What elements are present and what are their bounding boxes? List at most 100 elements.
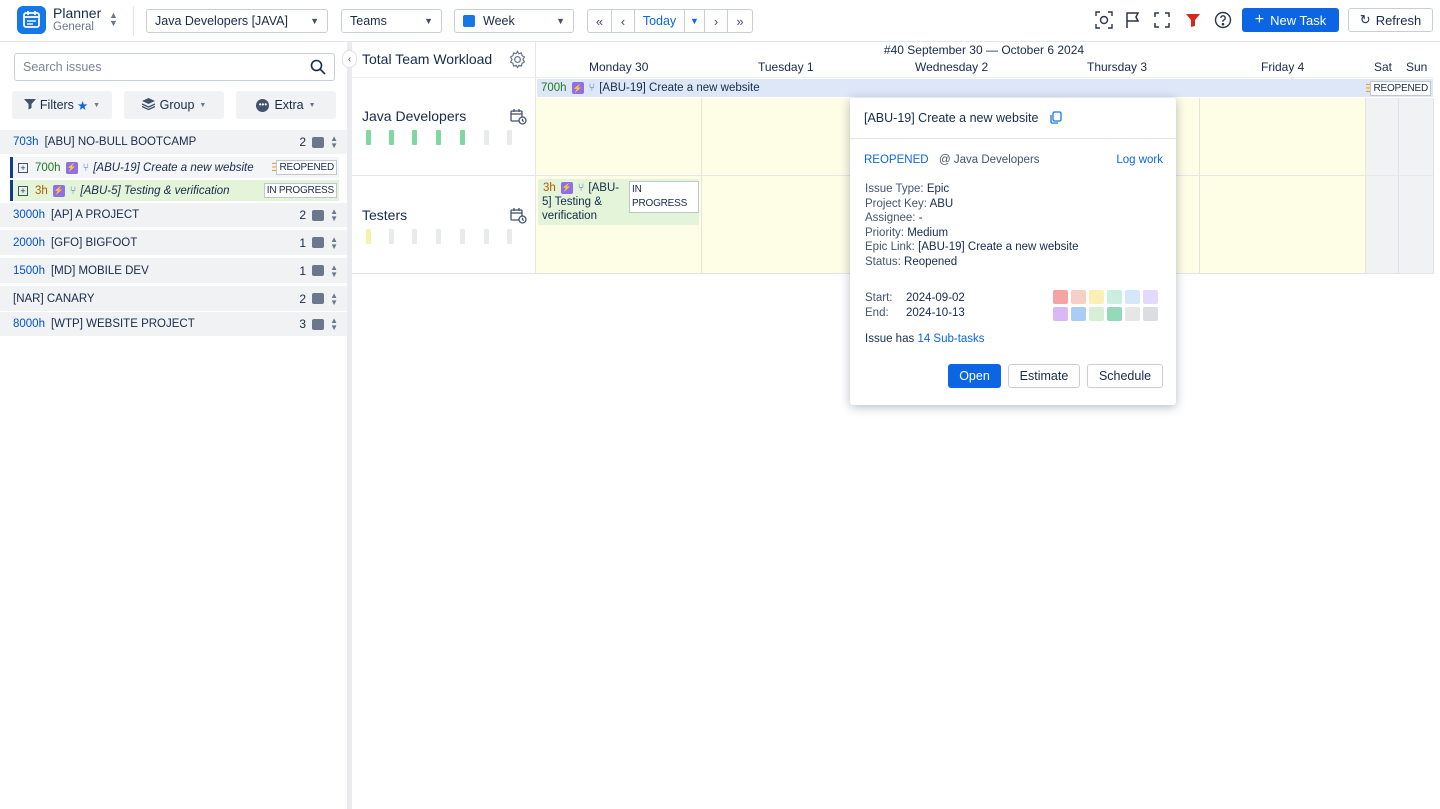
workload-bar: [366, 130, 371, 145]
project-group[interactable]: 703h [ABU] NO-BULL BOOTCAMP 2 ▲ ▼: [0, 130, 347, 155]
new-task-button[interactable]: + New Task: [1242, 8, 1339, 32]
select-checkbox-icon[interactable]: [312, 318, 324, 330]
color-swatch[interactable]: [1071, 290, 1086, 304]
color-swatch[interactable]: [1125, 290, 1140, 304]
project-group[interactable]: 1500h [MD] MOBILE DEV 1 ▲ ▼: [0, 258, 347, 284]
color-swatch[interactable]: [1053, 307, 1068, 321]
help-icon[interactable]: [1213, 10, 1233, 30]
project-group[interactable]: 2000h [GFO] BIGFOOT 1 ▲ ▼: [0, 230, 347, 256]
color-swatch[interactable]: [1089, 290, 1104, 304]
workload-bar: [389, 229, 394, 244]
select-checkbox-icon[interactable]: [312, 209, 324, 221]
color-swatch[interactable]: [1143, 290, 1158, 304]
app-switcher-icon[interactable]: ▲ ▼: [109, 11, 118, 28]
collapse-sidebar-icon[interactable]: ‹: [342, 50, 357, 68]
log-work-link[interactable]: Log work: [1116, 154, 1163, 166]
status-badge: IN PROGRESS: [629, 181, 699, 213]
subtasks-link[interactable]: 14 Sub-tasks: [917, 333, 984, 345]
sort-icon[interactable]: ▲ ▼: [330, 135, 338, 150]
schedule-button[interactable]: Schedule: [1087, 364, 1163, 388]
team-schedule-icon[interactable]: [510, 108, 527, 128]
color-swatch[interactable]: [1143, 307, 1158, 321]
task-row[interactable]: + 3h ⚡ ⑂ [ABU-5] Testing & verification …: [10, 180, 339, 201]
period-select[interactable]: Week ▼: [454, 9, 574, 33]
group-hours: 8000h: [13, 318, 45, 330]
day-cell-weekend[interactable]: [1399, 98, 1434, 274]
chevron-left-icon[interactable]: ‹: [612, 10, 635, 32]
day-cell-weekend[interactable]: [1366, 98, 1399, 274]
day-cell[interactable]: [1200, 98, 1366, 274]
epic-title: [ABU-19] Create a new website: [599, 82, 760, 94]
epic-icon: ⚡: [571, 82, 584, 94]
day-header: Monday 30: [589, 60, 649, 74]
chevron-right-icon[interactable]: ›: [705, 10, 728, 32]
search-placeholder: Search issues: [23, 60, 102, 74]
refresh-icon: ↻: [1359, 12, 1371, 27]
sort-icon[interactable]: ▲ ▼: [330, 263, 338, 278]
color-swatch[interactable]: [1125, 307, 1140, 321]
today-button[interactable]: Today: [635, 10, 685, 32]
select-checkbox-icon[interactable]: [312, 237, 324, 248]
priority-label: Priority:: [865, 227, 904, 239]
select-checkbox-icon[interactable]: [312, 265, 324, 276]
issue-type-value: Epic: [926, 183, 950, 195]
workload-bar: [507, 229, 512, 244]
select-checkbox-icon[interactable]: [312, 293, 324, 304]
sort-icon[interactable]: ▲ ▼: [330, 208, 338, 223]
double-chevron-left-icon[interactable]: «: [588, 10, 612, 32]
popup-team: @ Java Developers: [939, 154, 1040, 166]
epic-icon: ⚡: [560, 182, 573, 194]
search-input[interactable]: Search issues: [14, 53, 335, 81]
day-cell[interactable]: [702, 98, 868, 274]
pane-resizer[interactable]: [347, 42, 352, 809]
refresh-button[interactable]: ↻ Refresh: [1348, 8, 1433, 32]
search-icon[interactable]: [310, 59, 326, 78]
team-select[interactable]: Java Developers [JAVA] ▼: [146, 9, 328, 33]
team-schedule-icon[interactable]: [510, 207, 527, 227]
status-badge: IN PROGRESS: [263, 183, 337, 198]
workload-bar: [412, 229, 417, 244]
color-swatch[interactable]: [1089, 307, 1104, 321]
epic-bar[interactable]: 700h ⚡ ⑂ [ABU-19] Create a new website ☰…: [537, 79, 1433, 97]
double-chevron-right-icon[interactable]: »: [728, 10, 752, 32]
task-row[interactable]: + 700h ⚡ ⑂ [ABU-19] Create a new website…: [10, 157, 339, 178]
sort-icon[interactable]: ▲ ▼: [330, 291, 338, 306]
view-select[interactable]: Teams ▼: [341, 9, 442, 33]
color-swatch[interactable]: [1107, 307, 1122, 321]
group-button[interactable]: Group ▼: [124, 91, 224, 119]
expand-icon[interactable]: +: [18, 162, 28, 173]
filter-active-icon[interactable]: [1183, 10, 1203, 30]
select-checkbox-icon[interactable]: [312, 136, 324, 148]
priority-value: Medium: [907, 227, 949, 239]
workload-bar: [484, 130, 489, 145]
project-group[interactable]: 8000h [WTP] WEBSITE PROJECT 3 ▲ ▼: [0, 312, 347, 337]
group-hours: 2000h: [13, 236, 45, 249]
flag-icon[interactable]: [1123, 10, 1143, 30]
extra-button[interactable]: ••• Extra ▼: [236, 91, 336, 119]
workload-bar: [366, 229, 371, 244]
expand-icon[interactable]: +: [18, 185, 28, 196]
settings-gear-icon[interactable]: [508, 50, 527, 72]
task-card[interactable]: 3h ⚡ ⑂ [ABU- IN PROGRESS 5] Testing & ve…: [538, 179, 699, 225]
team-select-value: Java Developers [JAVA]: [155, 14, 288, 28]
group-name: [GFO] BIGFOOT: [50, 236, 138, 249]
sort-icon[interactable]: ▲ ▼: [330, 317, 338, 332]
issue-type-row: Issue Type: Epic: [865, 183, 949, 195]
copy-icon[interactable]: [1050, 111, 1062, 127]
color-swatch[interactable]: [1107, 290, 1122, 304]
today-dropdown-icon[interactable]: ▼: [685, 10, 705, 32]
assignee-label: Assignee:: [865, 212, 916, 224]
week-title: #40 September 30 — October 6 2024: [883, 43, 1085, 57]
project-group[interactable]: [NAR] CANARY 2 ▲ ▼: [0, 286, 347, 312]
open-button[interactable]: Open: [948, 364, 1001, 388]
workload-title: Total Team Workload: [362, 51, 493, 67]
project-group[interactable]: 3000h [AP] A PROJECT 2 ▲ ▼: [0, 203, 347, 228]
estimate-button[interactable]: Estimate: [1008, 364, 1080, 388]
sort-icon[interactable]: ▲ ▼: [330, 235, 338, 250]
scan-icon[interactable]: [1094, 10, 1114, 30]
extra-label: Extra: [274, 98, 304, 112]
color-swatch[interactable]: [1071, 307, 1086, 321]
fullscreen-icon[interactable]: [1152, 10, 1172, 30]
filters-button[interactable]: Filters ★ ▼: [12, 91, 112, 119]
color-swatch[interactable]: [1053, 290, 1068, 304]
